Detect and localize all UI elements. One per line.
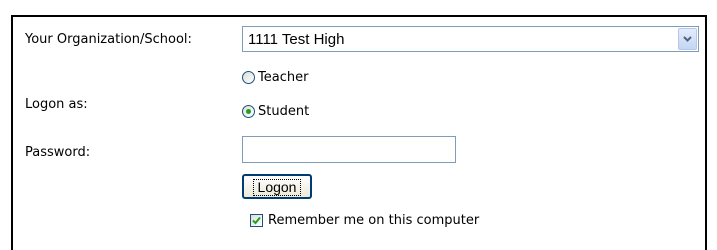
logon-button[interactable]: Logon — [242, 174, 312, 199]
organization-select-value: 1111 Test High — [248, 31, 345, 48]
logon-form-panel: Your Organization/School: 1111 Test High… — [11, 15, 707, 250]
organization-label: Your Organization/School: — [25, 32, 192, 47]
chevron-down-icon — [683, 36, 692, 42]
student-radio-label[interactable]: Student — [258, 104, 309, 120]
logon-button-label: Logon — [252, 178, 302, 196]
logon-as-label: Logon as: — [25, 97, 88, 112]
radio-selected-dot — [246, 109, 251, 114]
password-label: Password: — [25, 145, 91, 160]
teacher-radio[interactable] — [242, 71, 255, 84]
checkmark-icon — [252, 216, 261, 225]
remember-me-checkbox[interactable] — [250, 214, 263, 227]
teacher-radio-label[interactable]: Teacher — [258, 70, 308, 86]
password-field[interactable] — [242, 136, 456, 163]
organization-select[interactable]: 1111 Test High — [242, 26, 699, 52]
remember-me-label[interactable]: Remember me on this computer — [268, 213, 479, 229]
student-radio[interactable] — [242, 105, 255, 118]
organization-dropdown-button[interactable] — [678, 28, 697, 50]
